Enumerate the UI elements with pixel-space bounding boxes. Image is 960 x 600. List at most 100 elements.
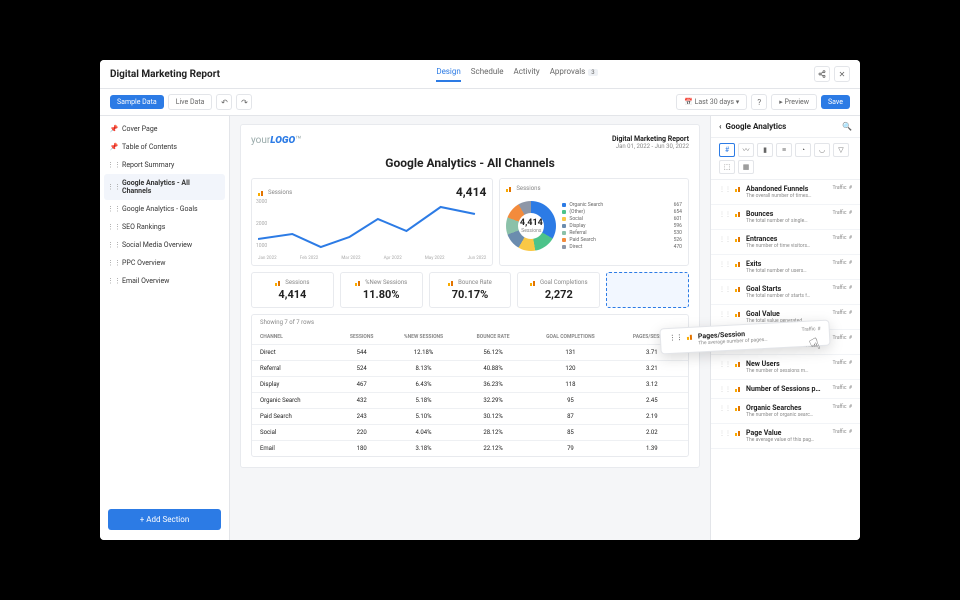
donut-legend: Organic Search667 (Other)654 Social601 D… bbox=[562, 202, 682, 250]
tab-approvals[interactable]: Approvals3 bbox=[550, 67, 598, 82]
th-sessions: SESSIONS bbox=[337, 330, 386, 345]
table-row[interactable]: Email1803.18%22.12%791.39 bbox=[252, 441, 688, 457]
nav-ppc[interactable]: ⋮⋮PPC Overview bbox=[104, 254, 225, 272]
redo-icon[interactable]: ↷ bbox=[236, 94, 252, 110]
ga-icon bbox=[735, 385, 742, 392]
report-page: yourLOGO™ Digital Marketing Report Jan 0… bbox=[240, 124, 700, 468]
ga-icon bbox=[275, 279, 282, 286]
section-title: Google Analytics - All Channels bbox=[251, 156, 689, 170]
tab-schedule[interactable]: Schedule bbox=[471, 67, 504, 82]
type-funnel-icon[interactable]: ▽ bbox=[833, 143, 849, 157]
table-row[interactable]: Organic Search4325.18%32.29%952.45 bbox=[252, 393, 688, 409]
th-channel: CHANNEL bbox=[252, 330, 337, 345]
type-donut-icon[interactable]: ◔ bbox=[795, 143, 811, 157]
table-caption: Showing 7 of 7 rows bbox=[252, 315, 688, 330]
ga-icon bbox=[735, 260, 742, 267]
type-bar-icon[interactable]: ▮ bbox=[757, 143, 773, 157]
widget-type-toolbar: # 〰 ▮ ≡ ◔ ◡ ▽ ⬚ ▦ bbox=[711, 138, 860, 180]
type-number-icon[interactable]: # bbox=[719, 143, 735, 157]
save-button[interactable]: Save bbox=[821, 95, 850, 109]
ga-icon bbox=[735, 210, 742, 217]
grip-icon: ⋮⋮ bbox=[110, 161, 118, 169]
live-data-toggle[interactable]: Live Data bbox=[168, 94, 213, 110]
metric-item[interactable]: ⋮⋮Number of Sessions p…Traffic # bbox=[711, 380, 860, 399]
preview-button[interactable]: ▸ Preview bbox=[771, 94, 817, 110]
tab-activity[interactable]: Activity bbox=[514, 67, 540, 82]
th-bounce: BOUNCE RATE bbox=[461, 330, 525, 345]
metric-item[interactable]: ⋮⋮Abandoned FunnelsThe overall number of… bbox=[711, 180, 860, 205]
tab-design[interactable]: Design bbox=[436, 67, 460, 82]
ga-icon bbox=[735, 404, 742, 411]
th-goals: GOAL COMPLETIONS bbox=[525, 330, 615, 345]
report-name: Digital Marketing Report bbox=[612, 135, 689, 143]
sessions-line-card[interactable]: Sessions4,414 300020001000 Jan 2022Feb 2… bbox=[251, 178, 493, 266]
nav-cover-page[interactable]: 📌Cover Page bbox=[104, 120, 225, 138]
type-map-icon[interactable]: ⬚ bbox=[719, 160, 735, 174]
type-gauge-icon[interactable]: ◡ bbox=[814, 143, 830, 157]
ga-icon bbox=[735, 310, 742, 317]
type-line-icon[interactable]: 〰 bbox=[738, 143, 754, 157]
metric-item[interactable]: ⋮⋮Organic SearchesThe number of organic … bbox=[711, 399, 860, 424]
metric-item[interactable]: ⋮⋮Page ValueThe average value of this pa… bbox=[711, 424, 860, 449]
date-range-picker[interactable]: 📅 Last 30 days ▾ bbox=[676, 94, 747, 110]
grip-icon: ⋮⋮ bbox=[719, 261, 731, 268]
metric-bounce-rate[interactable]: Bounce Rate70.17% bbox=[429, 272, 512, 308]
report-title: Digital Marketing Report bbox=[110, 69, 220, 80]
approvals-badge: 3 bbox=[588, 69, 597, 76]
app-window: Digital Marketing Report Design Schedule… bbox=[100, 60, 860, 540]
add-section-button[interactable]: + Add Section bbox=[108, 509, 221, 530]
back-icon[interactable]: ‹ bbox=[719, 122, 722, 131]
table-row[interactable]: Paid Search2435.10%30.12%872.19 bbox=[252, 409, 688, 425]
grip-icon: ⋮⋮ bbox=[110, 205, 118, 213]
type-hbar-icon[interactable]: ≡ bbox=[776, 143, 792, 157]
sessions-line-chart: 300020001000 Jan 2022Feb 2022Mar 2022Apr… bbox=[258, 199, 486, 259]
grip-icon: ⋮⋮ bbox=[110, 223, 118, 231]
undo-icon[interactable]: ↶ bbox=[216, 94, 232, 110]
metric-item[interactable]: ⋮⋮Goal StartsThe total number of starts … bbox=[711, 280, 860, 305]
table-row[interactable]: Referral5248.13%40.88%1203.21 bbox=[252, 361, 688, 377]
nav-ga-all-channels[interactable]: ⋮⋮Google Analytics - All Channels bbox=[104, 174, 225, 200]
table-row[interactable]: Direct54412.18%56.12%1313.71 bbox=[252, 345, 688, 361]
metric-item[interactable]: ⋮⋮EntrancesThe number of time visitors…T… bbox=[711, 230, 860, 255]
nav-social[interactable]: ⋮⋮Social Media Overview bbox=[104, 236, 225, 254]
metric-item[interactable]: ⋮⋮ExitsThe total number of users…Traffic… bbox=[711, 255, 860, 280]
metric-sessions[interactable]: Sessions4,414 bbox=[251, 272, 334, 308]
th-new-sessions: %NEW SESSIONS bbox=[386, 330, 461, 345]
ga-icon bbox=[687, 333, 694, 340]
type-table-icon[interactable]: ▦ bbox=[738, 160, 754, 174]
ga-icon bbox=[735, 285, 742, 292]
grip-icon: ⋮⋮ bbox=[719, 361, 731, 368]
grip-icon: ⋮⋮ bbox=[110, 183, 118, 191]
grip-icon: ⋮⋮ bbox=[719, 211, 731, 218]
nav-report-summary[interactable]: ⋮⋮Report Summary bbox=[104, 156, 225, 174]
table-row[interactable]: Social2204.04%28.12%852.02 bbox=[252, 425, 688, 441]
topbar: Digital Marketing Report Design Schedule… bbox=[100, 60, 860, 89]
metric-item[interactable]: ⋮⋮BouncesThe total number of single…Traf… bbox=[711, 205, 860, 230]
search-icon[interactable]: 🔍 bbox=[842, 122, 852, 131]
grip-icon: ⋮⋮ bbox=[669, 333, 683, 342]
ga-icon bbox=[258, 189, 265, 196]
share-icon[interactable] bbox=[814, 66, 830, 82]
grip-icon: ⋮⋮ bbox=[719, 405, 731, 412]
logo: yourLOGO™ bbox=[251, 135, 302, 146]
table-row[interactable]: Display4676.43%36.23%1183.12 bbox=[252, 377, 688, 393]
grip-icon: ⋮⋮ bbox=[719, 286, 731, 293]
nav-toc[interactable]: 📌Table of Contents bbox=[104, 138, 225, 156]
nav-seo[interactable]: ⋮⋮SEO Rankings bbox=[104, 218, 225, 236]
sample-data-toggle[interactable]: Sample Data bbox=[110, 95, 164, 109]
sidebar: 📌Cover Page 📌Table of Contents ⋮⋮Report … bbox=[100, 116, 230, 540]
help-icon[interactable]: ? bbox=[751, 94, 767, 110]
ga-icon bbox=[530, 279, 537, 286]
metric-item[interactable]: ⋮⋮New UsersThe number of sessions m…Traf… bbox=[711, 355, 860, 380]
grip-icon: ⋮⋮ bbox=[719, 386, 731, 393]
metric-goal-completions[interactable]: Goal Completions2,272 bbox=[517, 272, 600, 308]
sessions-donut-card[interactable]: Sessions 4,414Sessions Organic Search667… bbox=[499, 178, 689, 266]
nav-email[interactable]: ⋮⋮Email Overview bbox=[104, 272, 225, 290]
nav-ga-goals[interactable]: ⋮⋮Google Analytics - Goals bbox=[104, 200, 225, 218]
close-icon[interactable]: ✕ bbox=[834, 66, 850, 82]
metric-new-sessions[interactable]: %New Sessions11.80% bbox=[340, 272, 423, 308]
ga-icon bbox=[506, 185, 513, 192]
drop-target[interactable] bbox=[606, 272, 689, 308]
pin-icon: 📌 bbox=[110, 143, 118, 151]
grip-icon: ⋮⋮ bbox=[719, 430, 731, 437]
